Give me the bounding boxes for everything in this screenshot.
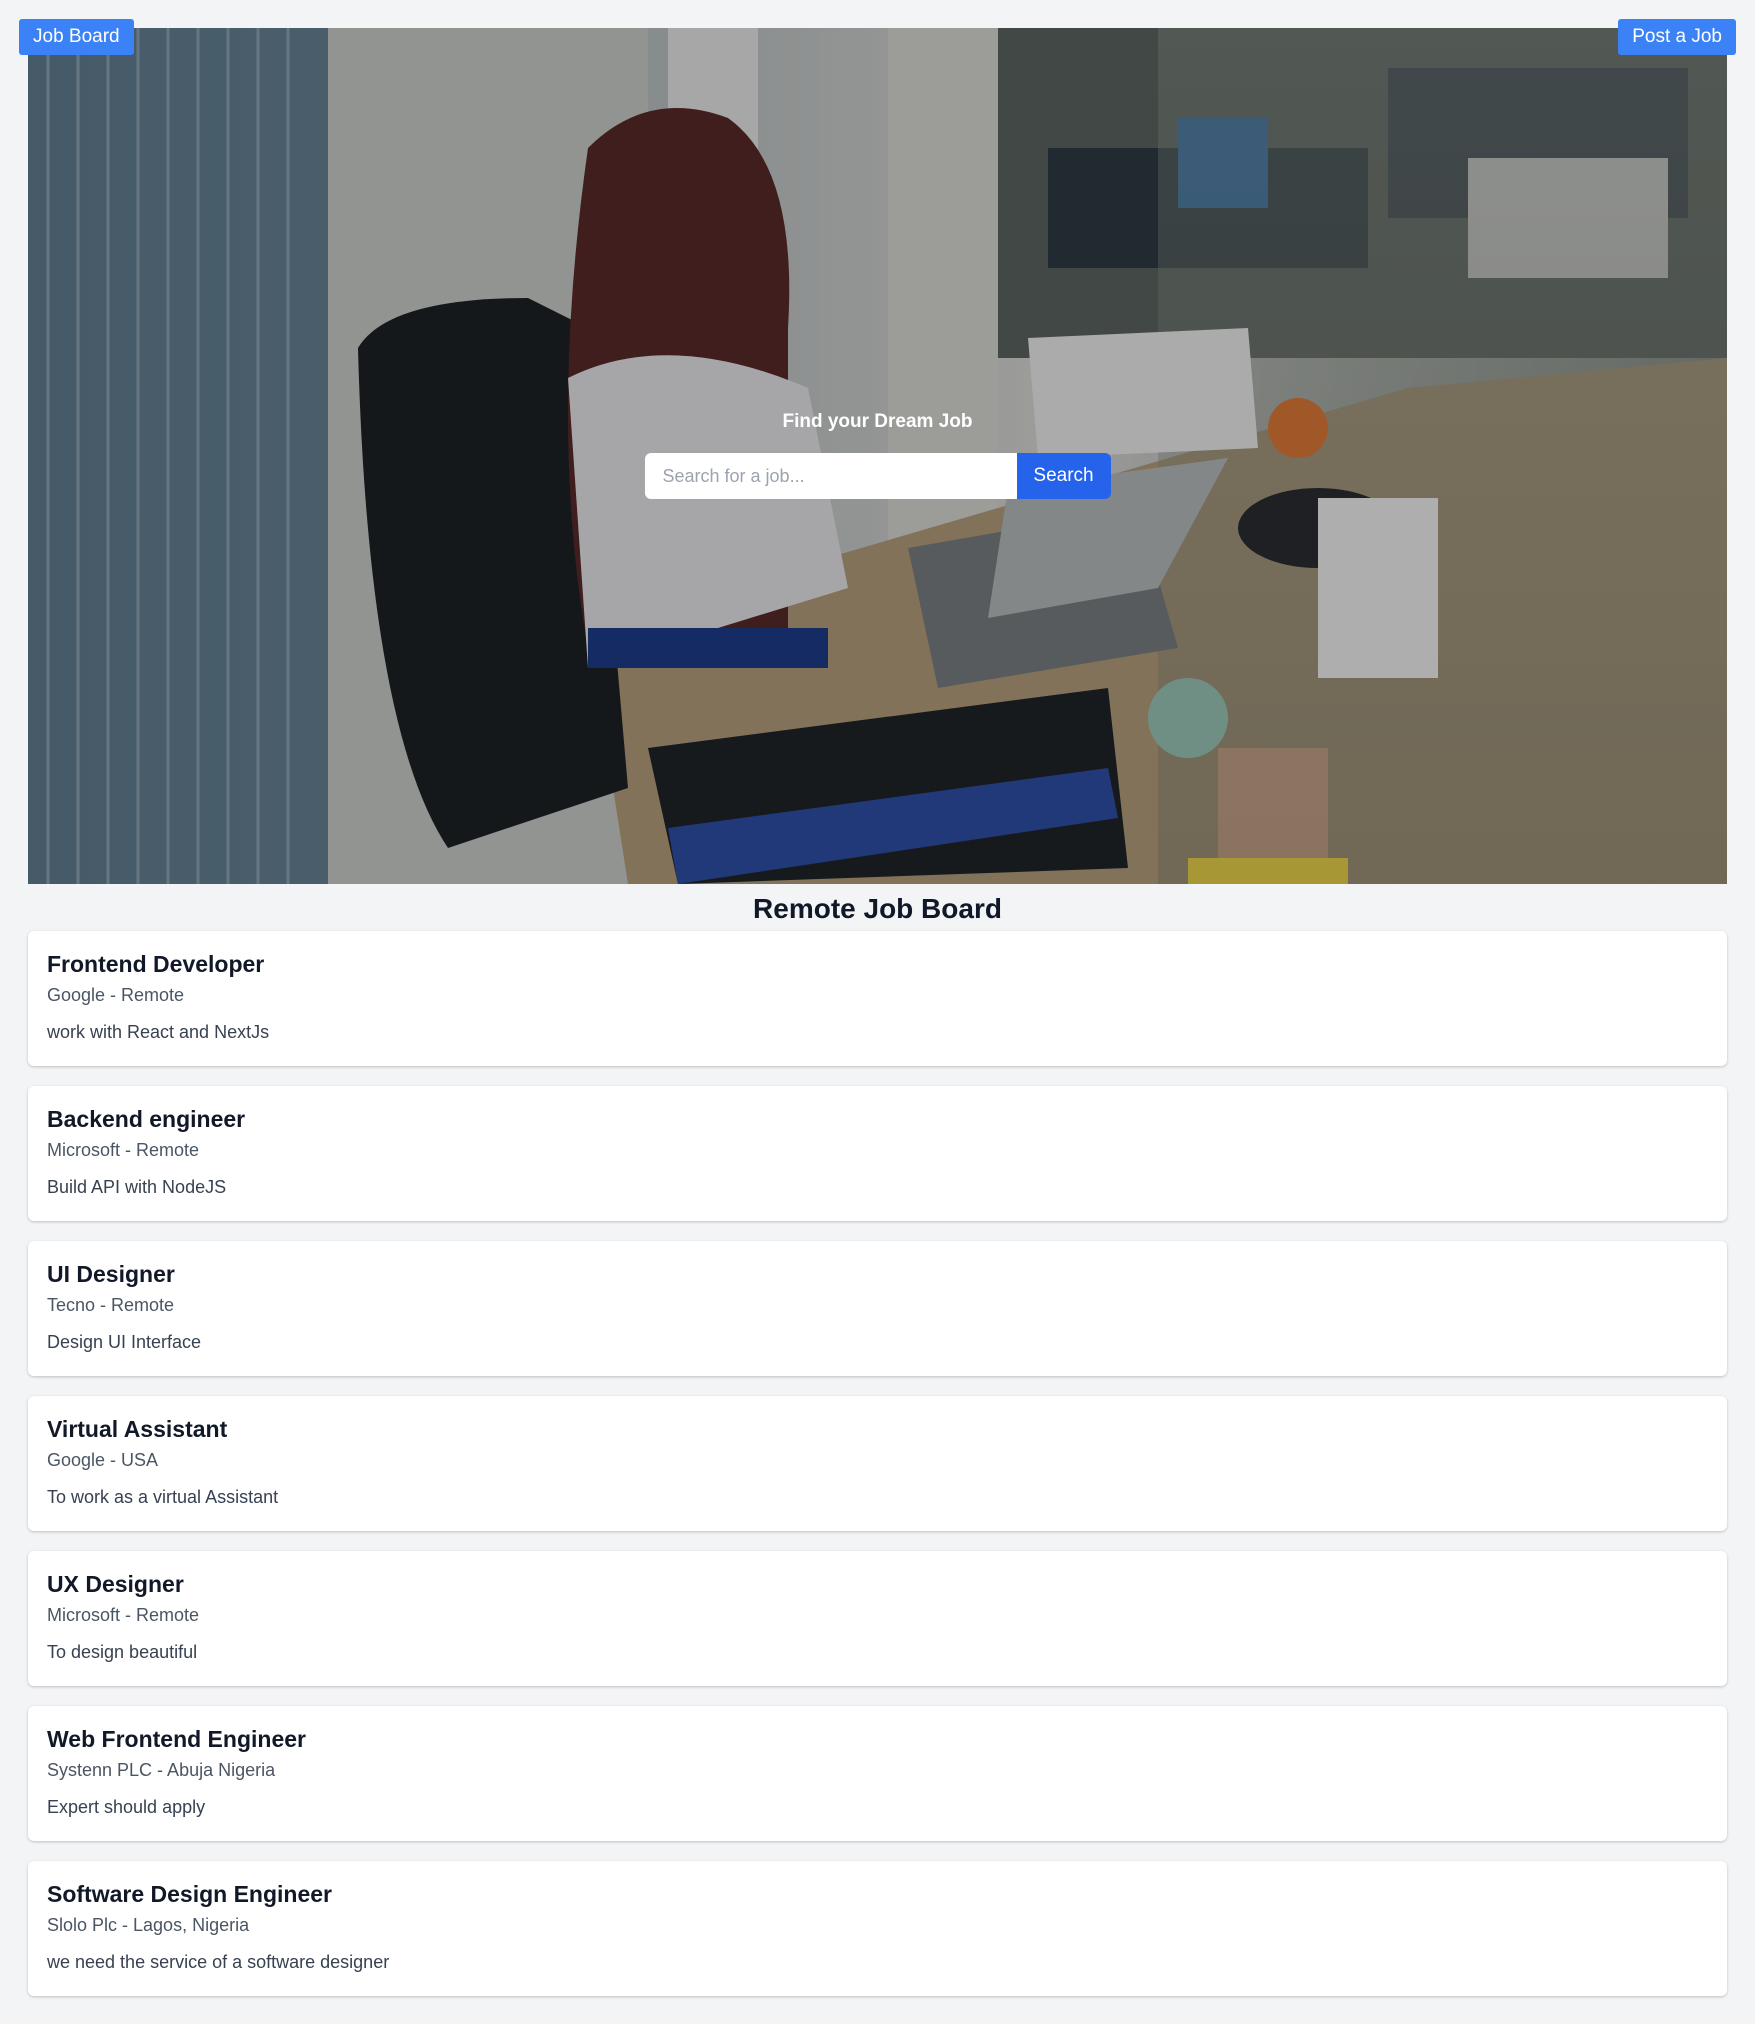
search-bar: Search <box>644 453 1111 499</box>
job-title: Frontend Developer <box>47 951 265 977</box>
hero-heading: Find your Dream Job <box>782 411 973 432</box>
job-company-location: Tecno - Remote <box>47 1295 175 1315</box>
post-job-button[interactable]: Post a Job <box>1618 19 1736 55</box>
job-company-location: Slolo Plc - Lagos, Nigeria <box>47 1915 250 1935</box>
job-company-location: Microsoft - Remote <box>47 1605 200 1625</box>
job-card[interactable]: Virtual Assistant Google - USA To work a… <box>28 1396 1727 1531</box>
job-company-location: Microsoft - Remote <box>47 1140 200 1160</box>
hero-banner: Find your Dream Job Search <box>28 28 1727 884</box>
job-title: Web Frontend Engineer <box>47 1726 306 1752</box>
job-card[interactable]: UI Designer Tecno - Remote Design UI Int… <box>28 1241 1727 1376</box>
job-card[interactable]: UX Designer Microsoft - Remote To design… <box>28 1551 1727 1686</box>
job-description: To design beautiful <box>47 1642 198 1662</box>
job-card[interactable]: Software Design Engineer Slolo Plc - Lag… <box>28 1861 1727 1996</box>
job-card[interactable]: Frontend Developer Google - Remote work … <box>28 931 1727 1066</box>
job-description: To work as a virtual Assistant <box>47 1487 279 1507</box>
hero-content: Find your Dream Job Search <box>28 411 1727 499</box>
job-description: we need the service of a software design… <box>47 1952 390 1972</box>
job-title: Software Design Engineer <box>47 1881 333 1907</box>
brand-button[interactable]: Job Board <box>19 19 134 55</box>
job-card[interactable]: Backend engineer Microsoft - Remote Buil… <box>28 1086 1727 1221</box>
page-title: Remote Job Board <box>753 893 1002 924</box>
job-company-location: Google - USA <box>47 1450 159 1470</box>
search-button[interactable]: Search <box>1016 453 1111 499</box>
job-card[interactable]: Web Frontend Engineer Systenn PLC - Abuj… <box>28 1706 1727 1841</box>
job-company-location: Systenn PLC - Abuja Nigeria <box>47 1760 276 1780</box>
job-description: work with React and NextJs <box>47 1022 270 1042</box>
job-title: Backend engineer <box>47 1106 246 1132</box>
job-company-location: Google - Remote <box>47 985 185 1005</box>
job-description: Design UI Interface <box>47 1332 202 1352</box>
job-title: Virtual Assistant <box>47 1416 228 1442</box>
job-description: Expert should apply <box>47 1797 206 1817</box>
job-description: Build API with NodeJS <box>47 1177 227 1197</box>
job-list: Frontend Developer Google - Remote work … <box>28 931 1727 2016</box>
search-input[interactable] <box>644 453 1017 499</box>
job-title: UI Designer <box>47 1261 175 1287</box>
job-title: UX Designer <box>47 1571 184 1597</box>
